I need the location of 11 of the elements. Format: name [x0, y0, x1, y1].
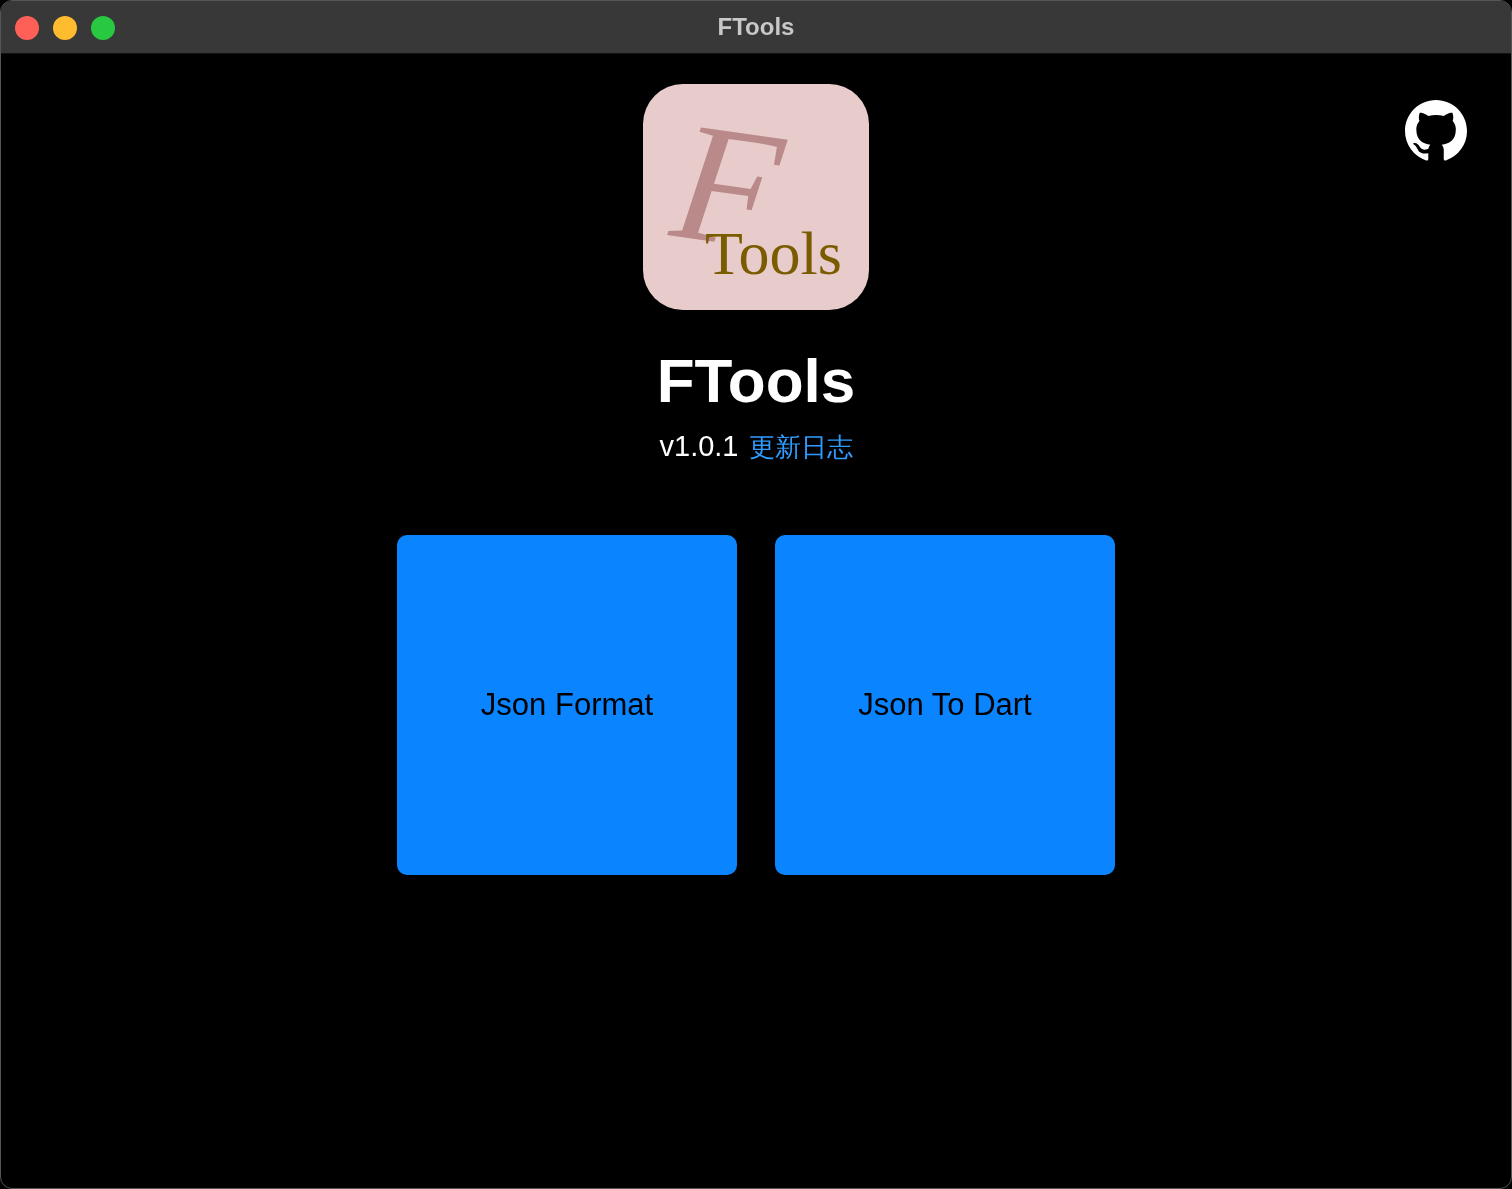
changelog-link[interactable]: 更新日志	[748, 430, 853, 465]
github-icon[interactable]	[1405, 100, 1467, 162]
version-label: v1.0.1	[659, 430, 739, 463]
minimize-icon[interactable]	[53, 16, 77, 40]
app-name: FTools	[656, 346, 856, 416]
window-title: FTools	[717, 13, 795, 41]
zoom-icon[interactable]	[91, 16, 115, 40]
tool-button[interactable]: Json Format	[397, 535, 737, 875]
app-logo: F Tools	[643, 84, 869, 310]
tool-button[interactable]: Json To Dart	[775, 535, 1115, 875]
close-icon[interactable]	[15, 16, 39, 40]
